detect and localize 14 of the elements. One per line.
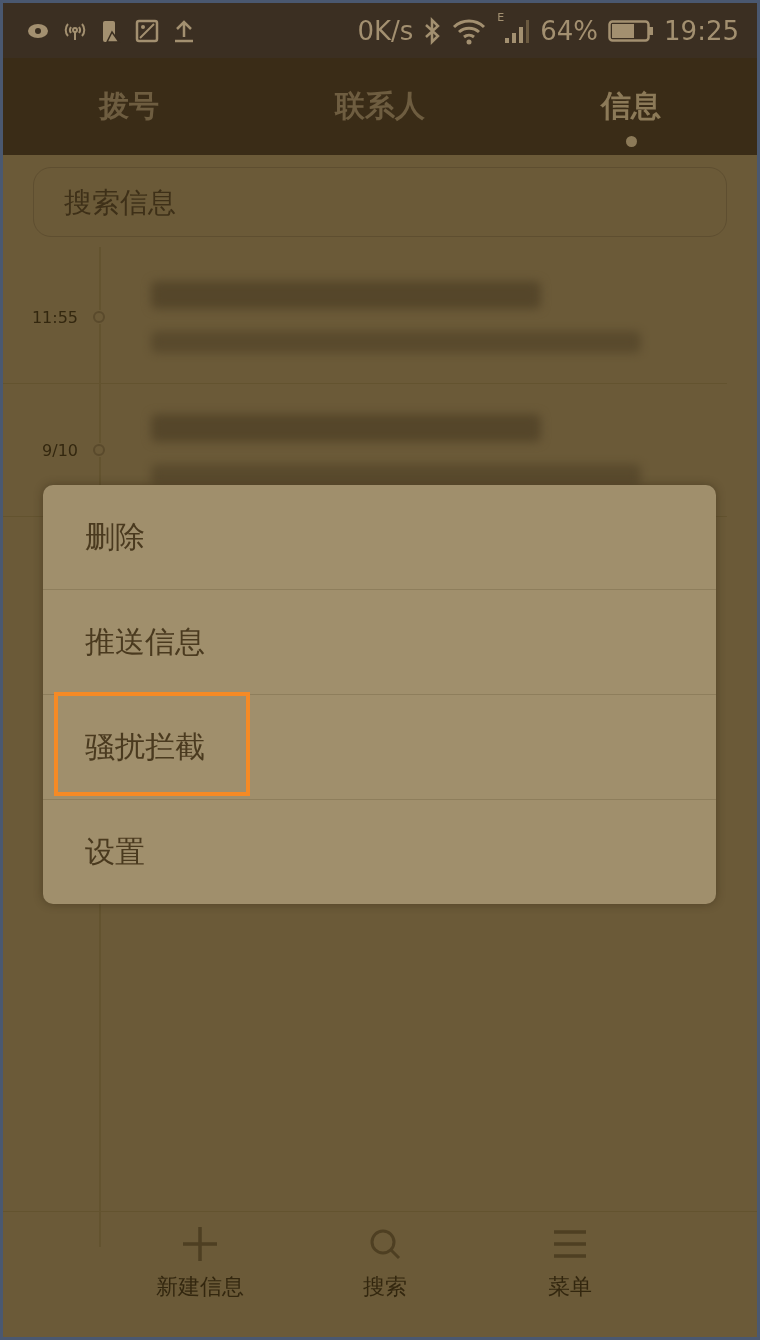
clock: 19:25	[664, 15, 739, 46]
network-speed: 0K/s	[357, 15, 414, 46]
menu-item[interactable]: 推送信息	[43, 590, 716, 695]
menu-item[interactable]: 设置	[43, 800, 716, 904]
message-time: 11:55	[30, 307, 78, 327]
nav-button[interactable]: 搜索	[320, 1212, 450, 1337]
network-type: E	[497, 11, 505, 23]
nav-button[interactable]: 菜单	[505, 1212, 635, 1337]
menu-item[interactable]: 骚扰拦截	[43, 695, 716, 800]
message-time: 9/10	[41, 440, 78, 460]
nav-button[interactable]: 新建信息	[135, 1212, 265, 1337]
menu-item[interactable]: 删除	[43, 485, 716, 590]
tab[interactable]: 信息	[505, 58, 757, 155]
battery-percent: 64%	[540, 15, 599, 46]
